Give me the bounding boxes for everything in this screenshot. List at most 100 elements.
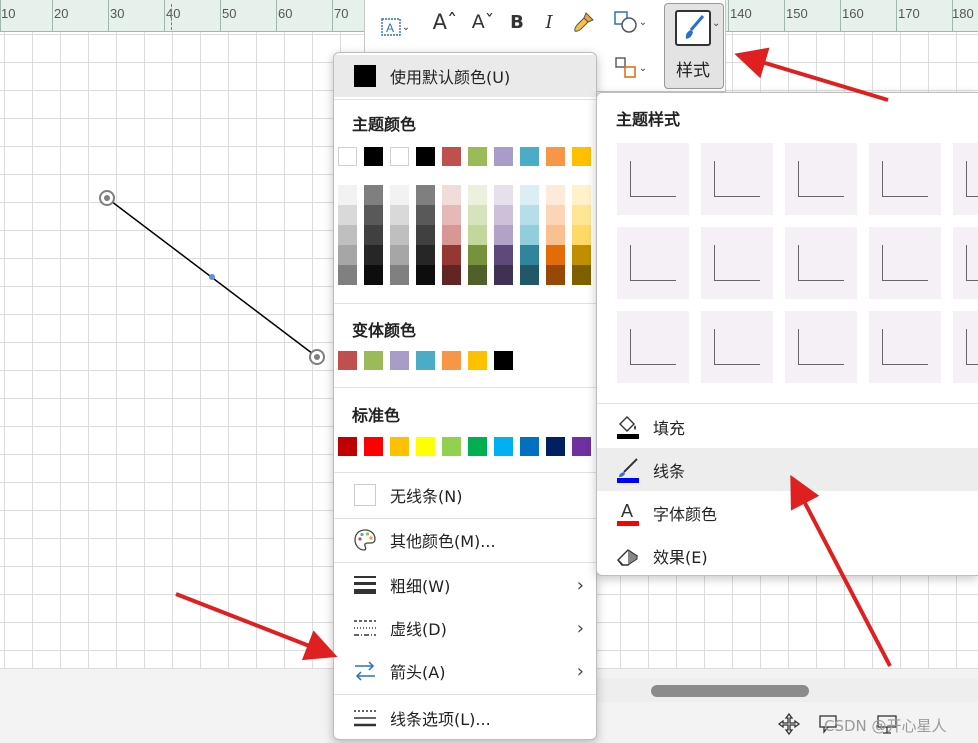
theme-color-swatch[interactable] xyxy=(494,147,513,166)
theme-style-thumbnail[interactable] xyxy=(617,311,689,383)
standard-color-swatch[interactable] xyxy=(546,437,565,456)
theme-shade-swatch[interactable] xyxy=(416,265,435,285)
arrange-button[interactable]: ⌄ xyxy=(605,54,655,82)
theme-color-swatch[interactable] xyxy=(442,147,461,166)
theme-style-thumbnail[interactable] xyxy=(617,143,689,215)
theme-style-thumbnail[interactable] xyxy=(617,227,689,299)
theme-shade-swatch[interactable] xyxy=(572,205,591,225)
theme-shade-swatch[interactable] xyxy=(468,265,487,285)
theme-color-swatch[interactable] xyxy=(390,147,409,166)
theme-shade-swatch[interactable] xyxy=(494,265,513,285)
theme-style-thumbnail[interactable] xyxy=(953,311,978,383)
theme-shade-swatch[interactable] xyxy=(338,265,357,285)
theme-shade-swatch[interactable] xyxy=(572,265,591,285)
theme-color-swatch[interactable] xyxy=(416,147,435,166)
variant-color-swatch[interactable] xyxy=(364,351,383,370)
theme-shade-swatch[interactable] xyxy=(494,185,513,205)
theme-color-swatch[interactable] xyxy=(338,147,357,166)
theme-shade-swatch[interactable] xyxy=(442,245,461,265)
format-painter-button[interactable] xyxy=(569,8,599,36)
variant-color-swatch[interactable] xyxy=(338,351,357,370)
theme-shade-swatch[interactable] xyxy=(390,205,409,225)
theme-shade-swatch[interactable] xyxy=(520,265,539,285)
italic-button[interactable]: I xyxy=(537,8,561,36)
theme-shade-swatch[interactable] xyxy=(364,205,383,225)
variant-color-swatch[interactable] xyxy=(442,351,461,370)
decrease-font-button[interactable]: Aˇ xyxy=(469,8,497,36)
theme-color-swatch[interactable] xyxy=(546,147,565,166)
theme-shade-swatch[interactable] xyxy=(338,185,357,205)
fill-item[interactable]: 填充 xyxy=(597,405,978,448)
theme-shade-swatch[interactable] xyxy=(364,185,383,205)
theme-shade-swatch[interactable] xyxy=(442,205,461,225)
standard-color-swatch[interactable] xyxy=(364,437,383,456)
theme-shade-swatch[interactable] xyxy=(442,265,461,285)
style-button[interactable]: ⌄ 样式 xyxy=(664,3,724,89)
theme-shade-swatch[interactable] xyxy=(520,245,539,265)
theme-shade-swatch[interactable] xyxy=(468,245,487,265)
theme-style-thumbnail[interactable] xyxy=(701,227,773,299)
standard-color-swatch[interactable] xyxy=(468,437,487,456)
theme-color-swatch[interactable] xyxy=(468,147,487,166)
dash-item[interactable]: 虚线(D) › xyxy=(334,607,596,649)
variant-color-swatch[interactable] xyxy=(468,351,487,370)
standard-color-swatch[interactable] xyxy=(520,437,539,456)
move-icon[interactable] xyxy=(776,712,802,738)
theme-color-swatch[interactable] xyxy=(364,147,383,166)
theme-shade-swatch[interactable] xyxy=(364,245,383,265)
no-line-item[interactable]: 无线条(N) xyxy=(334,474,596,516)
theme-shade-swatch[interactable] xyxy=(520,225,539,245)
theme-color-swatch[interactable] xyxy=(572,147,591,166)
theme-style-thumbnail[interactable] xyxy=(953,227,978,299)
bold-button[interactable]: B xyxy=(505,8,529,36)
theme-shade-swatch[interactable] xyxy=(520,185,539,205)
theme-shade-swatch[interactable] xyxy=(494,225,513,245)
theme-shade-swatch[interactable] xyxy=(520,205,539,225)
shape-fill-button[interactable]: ⌄ xyxy=(605,8,655,36)
text-box-button[interactable]: A ⌄ xyxy=(371,14,419,40)
theme-shade-swatch[interactable] xyxy=(572,245,591,265)
theme-shade-swatch[interactable] xyxy=(494,205,513,225)
theme-shade-swatch[interactable] xyxy=(572,185,591,205)
theme-style-thumbnail[interactable] xyxy=(953,143,978,215)
standard-color-swatch[interactable] xyxy=(572,437,591,456)
theme-shade-swatch[interactable] xyxy=(416,185,435,205)
standard-color-swatch[interactable] xyxy=(442,437,461,456)
scrollbar-thumb[interactable] xyxy=(651,685,809,697)
variant-color-swatch[interactable] xyxy=(494,351,513,370)
theme-style-thumbnail[interactable] xyxy=(785,143,857,215)
theme-shade-swatch[interactable] xyxy=(468,185,487,205)
theme-style-thumbnail[interactable] xyxy=(785,227,857,299)
variant-color-swatch[interactable] xyxy=(416,351,435,370)
effect-item[interactable]: 效果(E) xyxy=(597,534,978,575)
theme-shade-swatch[interactable] xyxy=(364,265,383,285)
font-color-item[interactable]: A 字体颜色 xyxy=(597,491,978,534)
arrow-item[interactable]: 箭头(A) › xyxy=(334,650,596,692)
theme-shade-swatch[interactable] xyxy=(390,225,409,245)
theme-shade-swatch[interactable] xyxy=(390,245,409,265)
theme-shade-swatch[interactable] xyxy=(390,265,409,285)
variant-color-swatch[interactable] xyxy=(390,351,409,370)
theme-shade-swatch[interactable] xyxy=(442,225,461,245)
theme-shade-swatch[interactable] xyxy=(416,245,435,265)
increase-font-button[interactable]: Aˆ xyxy=(431,8,459,36)
line-weight-item[interactable]: 粗细(W) › xyxy=(334,564,596,606)
theme-shade-swatch[interactable] xyxy=(338,245,357,265)
theme-shade-swatch[interactable] xyxy=(468,225,487,245)
theme-shade-swatch[interactable] xyxy=(546,265,565,285)
standard-color-swatch[interactable] xyxy=(338,437,357,456)
theme-shade-swatch[interactable] xyxy=(468,205,487,225)
standard-color-swatch[interactable] xyxy=(416,437,435,456)
standard-color-swatch[interactable] xyxy=(390,437,409,456)
line-options-item[interactable]: 线条选项(L)... xyxy=(334,697,596,739)
theme-shade-swatch[interactable] xyxy=(546,225,565,245)
line-item[interactable]: 线条 xyxy=(597,448,978,491)
more-colors-item[interactable]: 其他颜色(M)... xyxy=(334,519,596,561)
theme-style-thumbnail[interactable] xyxy=(785,311,857,383)
theme-style-thumbnail[interactable] xyxy=(869,311,941,383)
standard-color-swatch[interactable] xyxy=(494,437,513,456)
theme-shade-swatch[interactable] xyxy=(416,225,435,245)
default-color-item[interactable]: 使用默认颜色(U) xyxy=(334,55,596,97)
theme-shade-swatch[interactable] xyxy=(572,225,591,245)
theme-shade-swatch[interactable] xyxy=(442,185,461,205)
